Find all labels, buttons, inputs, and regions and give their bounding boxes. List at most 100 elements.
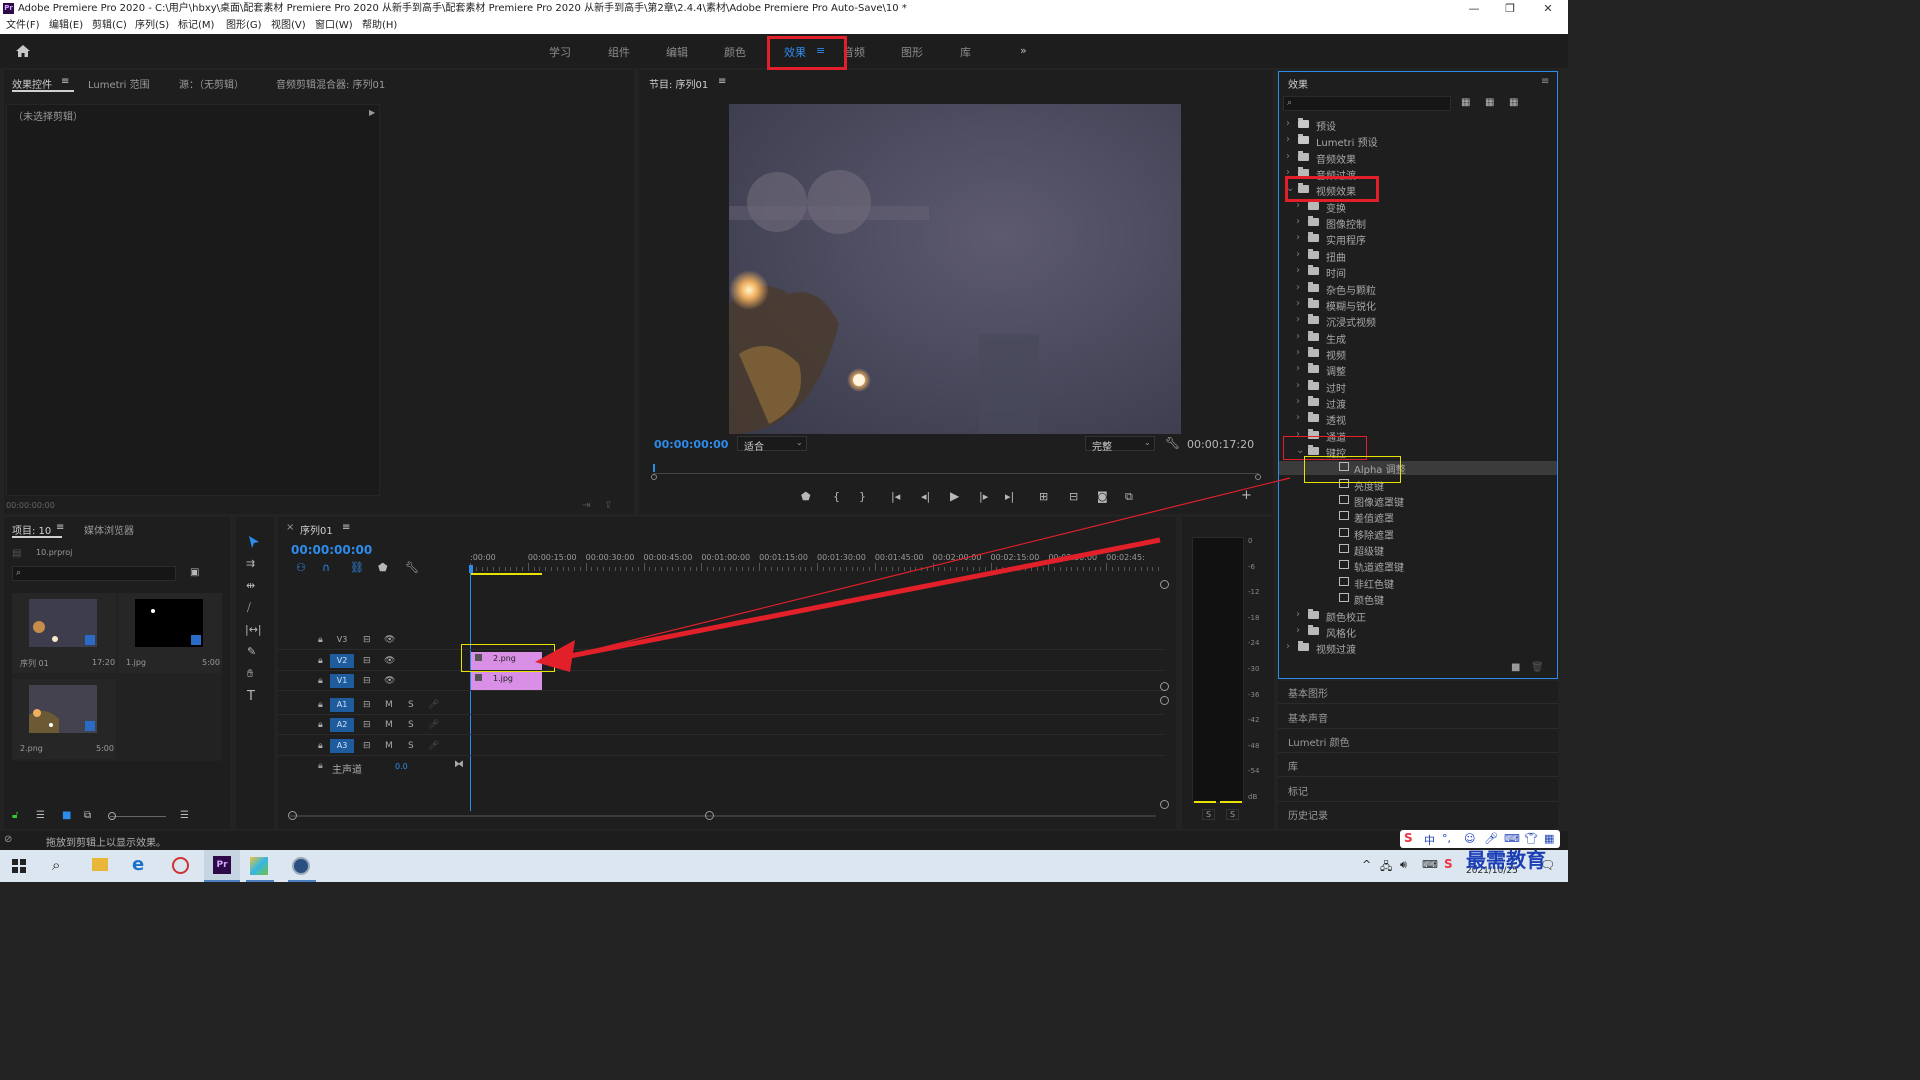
track-lock-icon[interactable]: 🔒︎ — [318, 720, 323, 730]
hand-tool-icon[interactable]: ✋︎ — [247, 667, 253, 681]
notification-icon[interactable]: 🗨︎ — [1540, 858, 1555, 872]
scroll-handle-left[interactable] — [288, 811, 297, 820]
pen-tool-icon[interactable]: ✎ — [247, 645, 256, 658]
chevron-right-icon[interactable]: › — [1296, 331, 1300, 342]
effects-tree-item[interactable]: › 杂色与颗粒 — [1279, 281, 1557, 297]
track-target-button[interactable]: V3 — [330, 633, 354, 647]
effects-tree-item[interactable]: › 视频过渡 — [1279, 641, 1557, 656]
add-marker-icon[interactable]: ⬟ — [378, 561, 388, 574]
home-icon[interactable] — [15, 44, 31, 58]
effects-tree-item[interactable]: › 时间 — [1279, 265, 1557, 280]
effects-tree-item[interactable]: 颜色键 — [1279, 592, 1557, 607]
effects-tree-item[interactable]: › 过时 — [1279, 379, 1557, 395]
chevron-right-icon[interactable]: › — [1296, 412, 1300, 423]
snap-icon[interactable]: ∩ — [322, 561, 330, 574]
wrench-icon[interactable]: 🔧︎ — [1165, 436, 1180, 450]
effects-tree-item[interactable]: 非红色键 — [1279, 576, 1557, 591]
mark-in-icon[interactable]: { — [833, 490, 840, 503]
quality-select[interactable]: 完整 ⌄ — [1085, 436, 1155, 453]
ime-menu-icon[interactable]: ▦ — [1544, 832, 1554, 845]
track-mic-icon[interactable]: 🎤︎ — [428, 720, 439, 730]
track-eye-icon[interactable]: 👁︎ — [384, 656, 395, 666]
chevron-right-icon[interactable]: › — [1286, 118, 1290, 129]
ripple-edit-tool-icon[interactable]: ⇹ — [246, 579, 255, 592]
track-lock-icon[interactable]: 🔒︎ — [318, 761, 323, 771]
effects-tree-item[interactable]: › 透视 — [1279, 412, 1557, 427]
sequence-menu-icon[interactable]: ≡ — [342, 522, 350, 533]
sort-icon[interactable]: ☰ — [180, 810, 189, 821]
effects-tree-item[interactable]: 移除遮罩 — [1279, 527, 1557, 542]
program-playhead[interactable] — [653, 464, 655, 472]
track-eye-icon[interactable]: 👁︎ — [384, 635, 395, 645]
slip-tool-icon[interactable]: |↔| — [245, 623, 262, 636]
tab-project[interactable]: 项目: 10 — [12, 522, 51, 537]
new-bin-from-search-icon[interactable]: ▣ — [190, 567, 199, 578]
track-target-button[interactable]: A2 — [330, 718, 354, 732]
effects-tree-item[interactable]: › 风格化 — [1279, 624, 1557, 640]
linked-selection-icon[interactable]: ⛓︎ — [350, 561, 364, 574]
audio-vscroll-bottom[interactable] — [1160, 800, 1169, 809]
track-sync-lock-icon[interactable]: ⊟ — [363, 741, 371, 751]
menu-window[interactable]: 窗口(W) — [315, 18, 353, 34]
panel-history[interactable]: 历史记录 — [1288, 807, 1328, 822]
clip-1jpg[interactable]: 1.jpg — [471, 672, 542, 690]
panel-libraries[interactable]: 库 — [1288, 758, 1298, 773]
track-sync-lock-icon[interactable]: ⊟ — [363, 635, 371, 645]
ime-keyboard-icon[interactable]: ⌨︎ — [1504, 832, 1520, 845]
effects-tree-item[interactable]: › Lumetri 预设 — [1279, 134, 1557, 149]
workspace-color[interactable]: 颜色 — [724, 44, 746, 60]
track-lock-icon[interactable]: 🔒︎ — [318, 656, 323, 666]
effects-search-input[interactable]: ⌕ — [1283, 96, 1451, 111]
chevron-right-icon[interactable]: › — [1296, 265, 1300, 276]
effects-tree-item[interactable]: › 预设 — [1279, 118, 1557, 133]
chevron-right-icon[interactable]: › — [1296, 249, 1300, 260]
track-target-button[interactable]: A1 — [330, 698, 354, 712]
add-marker-icon[interactable]: ⬟ — [801, 490, 811, 503]
menu-edit[interactable]: 编辑(E) — [49, 18, 83, 34]
track-sync-lock-icon[interactable]: ⊟ — [363, 676, 371, 686]
edge-icon[interactable]: e — [132, 854, 144, 875]
camera-icon[interactable]: ◙ — [1097, 490, 1108, 503]
export-frame-icon[interactable]: ⇥ — [582, 500, 590, 511]
chevron-right-icon[interactable]: › — [1296, 347, 1300, 358]
menu-clip[interactable]: 剪辑(C) — [92, 18, 127, 34]
track-mic-icon[interactable]: 🎤︎ — [428, 700, 439, 710]
razor-tool-icon[interactable]: ⧸ — [247, 601, 251, 615]
solo-right-button[interactable]: S — [1226, 809, 1240, 820]
timeline-horizontal-scrollbar[interactable] — [290, 815, 1156, 817]
tab-audio-clip-mixer[interactable]: 音频剪辑混合器: 序列01 — [276, 76, 385, 91]
tab-media-browser[interactable]: 媒体浏览器 — [84, 522, 134, 537]
close-sequence-icon[interactable]: × — [286, 522, 294, 533]
chevron-right-icon[interactable]: › — [1296, 380, 1300, 391]
panel-markers[interactable]: 标记 — [1288, 783, 1308, 798]
go-to-in-icon[interactable]: |◂ — [891, 490, 900, 503]
track-sync-lock-icon[interactable]: ⊟ — [363, 656, 371, 666]
track-lock-icon[interactable]: 🔒︎ — [318, 676, 323, 686]
track-lock-icon[interactable]: 🔒︎ — [318, 635, 323, 645]
close-button[interactable]: ✕ — [1530, 0, 1566, 18]
work-area-bar[interactable] — [470, 573, 542, 575]
panel-lumetri-color[interactable]: Lumetri 颜色 — [1288, 734, 1350, 749]
effects-tree-item[interactable]: 超级键 — [1279, 543, 1557, 558]
effects-tree-item[interactable]: › 音频效果 — [1279, 150, 1557, 166]
track-mic-icon[interactable]: 🎤︎ — [428, 741, 439, 751]
windows-start-icon[interactable] — [12, 859, 26, 873]
go-to-out-icon[interactable]: ▸| — [1005, 490, 1014, 503]
track-solo-button[interactable]: S — [408, 720, 414, 730]
scrubber-end-handle[interactable] — [1255, 474, 1261, 480]
scrubber-start-handle[interactable] — [651, 474, 657, 480]
workspace-libraries[interactable]: 库 — [960, 44, 971, 60]
chevron-right-icon[interactable]: › — [1296, 216, 1300, 227]
extract-icon[interactable]: ⊟ — [1069, 490, 1078, 503]
workspace-learn[interactable]: 学习 — [549, 44, 571, 60]
workspace-assembly[interactable]: 组件 — [608, 44, 630, 60]
program-monitor-title[interactable]: 节目: 序列01 — [649, 76, 708, 91]
app-icon[interactable] — [250, 857, 268, 875]
chevron-right-icon[interactable]: › — [1296, 282, 1300, 293]
scroll-handle-right[interactable] — [705, 811, 714, 820]
workspace-overflow-icon[interactable]: » — [1020, 44, 1027, 57]
chevron-right-icon[interactable]: › — [1296, 232, 1300, 243]
step-forward-icon[interactable]: |▸ — [979, 490, 988, 503]
yuv-effects-icon[interactable]: ▦ — [1509, 97, 1518, 108]
network-icon[interactable]: 🖧︎ — [1380, 858, 1392, 877]
